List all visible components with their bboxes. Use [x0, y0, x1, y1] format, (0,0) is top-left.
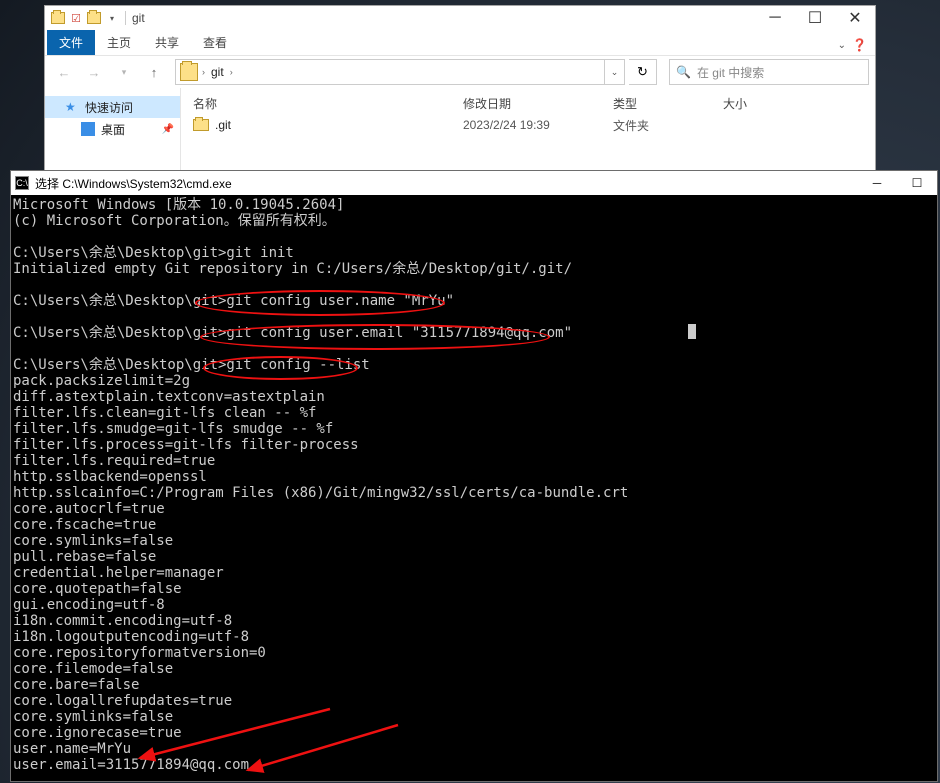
qat-checkbox-icon[interactable]: ☑ [69, 11, 83, 25]
tab-share[interactable]: 共享 [143, 30, 191, 55]
col-size[interactable]: 大小 [711, 95, 791, 112]
cmd-icon: C:\ [15, 176, 29, 190]
cmd-output[interactable]: Microsoft Windows [版本 10.0.19045.2604] (… [11, 195, 937, 775]
file-explorer-window: ☑ ▾ git ─ ☐ ✕ 文件 主页 共享 查看 ⌄ ❓ ← → ▾ ↑ › … [44, 5, 876, 173]
cmd-titlebar[interactable]: C:\ 选择 C:\Windows\System32\cmd.exe ─ ☐ [11, 171, 937, 195]
minimize-button[interactable]: ─ [755, 6, 795, 30]
explorer-nav-pane[interactable]: ★ 快速访问 桌面 📌 [45, 88, 181, 172]
desktop-icon [81, 122, 95, 136]
window-title: git [132, 11, 145, 25]
col-date[interactable]: 修改日期 [451, 95, 601, 112]
folder-icon [180, 63, 198, 81]
column-headers: 名称 修改日期 类型 大小 [181, 92, 875, 114]
col-name[interactable]: 名称 [181, 95, 451, 112]
search-placeholder: 在 git 中搜索 [697, 64, 764, 81]
nav-label: 快速访问 [85, 99, 133, 116]
nav-quick-access[interactable]: ★ 快速访问 [45, 96, 180, 118]
file-type: 文件夹 [601, 117, 711, 134]
tab-view[interactable]: 查看 [191, 30, 239, 55]
tab-file[interactable]: 文件 [47, 30, 95, 55]
col-type[interactable]: 类型 [601, 95, 711, 112]
help-icon[interactable]: ❓ [852, 38, 867, 52]
address-dropdown-icon[interactable]: ⌄ [604, 60, 624, 84]
explorer-file-list[interactable]: 名称 修改日期 类型 大小 .git 2023/2/24 19:39 文件夹 [181, 88, 875, 172]
explorer-titlebar[interactable]: ☑ ▾ git ─ ☐ ✕ [45, 6, 875, 30]
nav-up-button[interactable]: ↑ [141, 59, 167, 85]
ribbon-expand-icon[interactable]: ⌄ [838, 40, 846, 51]
qat-dropdown-icon[interactable]: ▾ [105, 11, 119, 25]
search-icon: 🔍 [676, 65, 691, 79]
maximize-button[interactable]: ☐ [897, 171, 937, 195]
nav-forward-button[interactable]: → [81, 59, 107, 85]
nav-back-button[interactable]: ← [51, 59, 77, 85]
tab-home[interactable]: 主页 [95, 30, 143, 55]
chevron-right-icon[interactable]: › [230, 67, 233, 77]
folder-icon [193, 119, 209, 131]
breadcrumb-segment[interactable]: git [205, 65, 230, 79]
cmd-window: C:\ 选择 C:\Windows\System32\cmd.exe ─ ☐ M… [10, 170, 938, 782]
file-date: 2023/2/24 19:39 [451, 118, 601, 132]
nav-recent-dropdown[interactable]: ▾ [111, 59, 137, 85]
search-input[interactable]: 🔍 在 git 中搜索 [669, 59, 869, 85]
nav-desktop[interactable]: 桌面 📌 [45, 118, 180, 140]
close-button[interactable]: ✕ [835, 6, 875, 30]
list-item[interactable]: .git 2023/2/24 19:39 文件夹 [181, 114, 875, 136]
refresh-button[interactable]: ↻ [629, 59, 657, 85]
address-bar[interactable]: › git › ⌄ [175, 59, 625, 85]
text-cursor [688, 324, 696, 339]
explorer-nav-row: ← → ▾ ↑ › git › ⌄ ↻ 🔍 在 git 中搜索 [45, 56, 875, 88]
cmd-title: 选择 C:\Windows\System32\cmd.exe [35, 175, 232, 192]
minimize-button[interactable]: ─ [857, 171, 897, 195]
pin-icon: 📌 [162, 124, 174, 135]
folder-icon [51, 11, 65, 25]
file-name: .git [215, 118, 231, 132]
explorer-ribbon: 文件 主页 共享 查看 [45, 30, 875, 56]
star-icon: ★ [65, 100, 79, 114]
maximize-button[interactable]: ☐ [795, 6, 835, 30]
divider [125, 11, 126, 25]
qat-folder-icon[interactable] [87, 11, 101, 25]
nav-label: 桌面 [101, 121, 125, 138]
ribbon-right-controls: ⌄ ❓ [832, 34, 867, 56]
